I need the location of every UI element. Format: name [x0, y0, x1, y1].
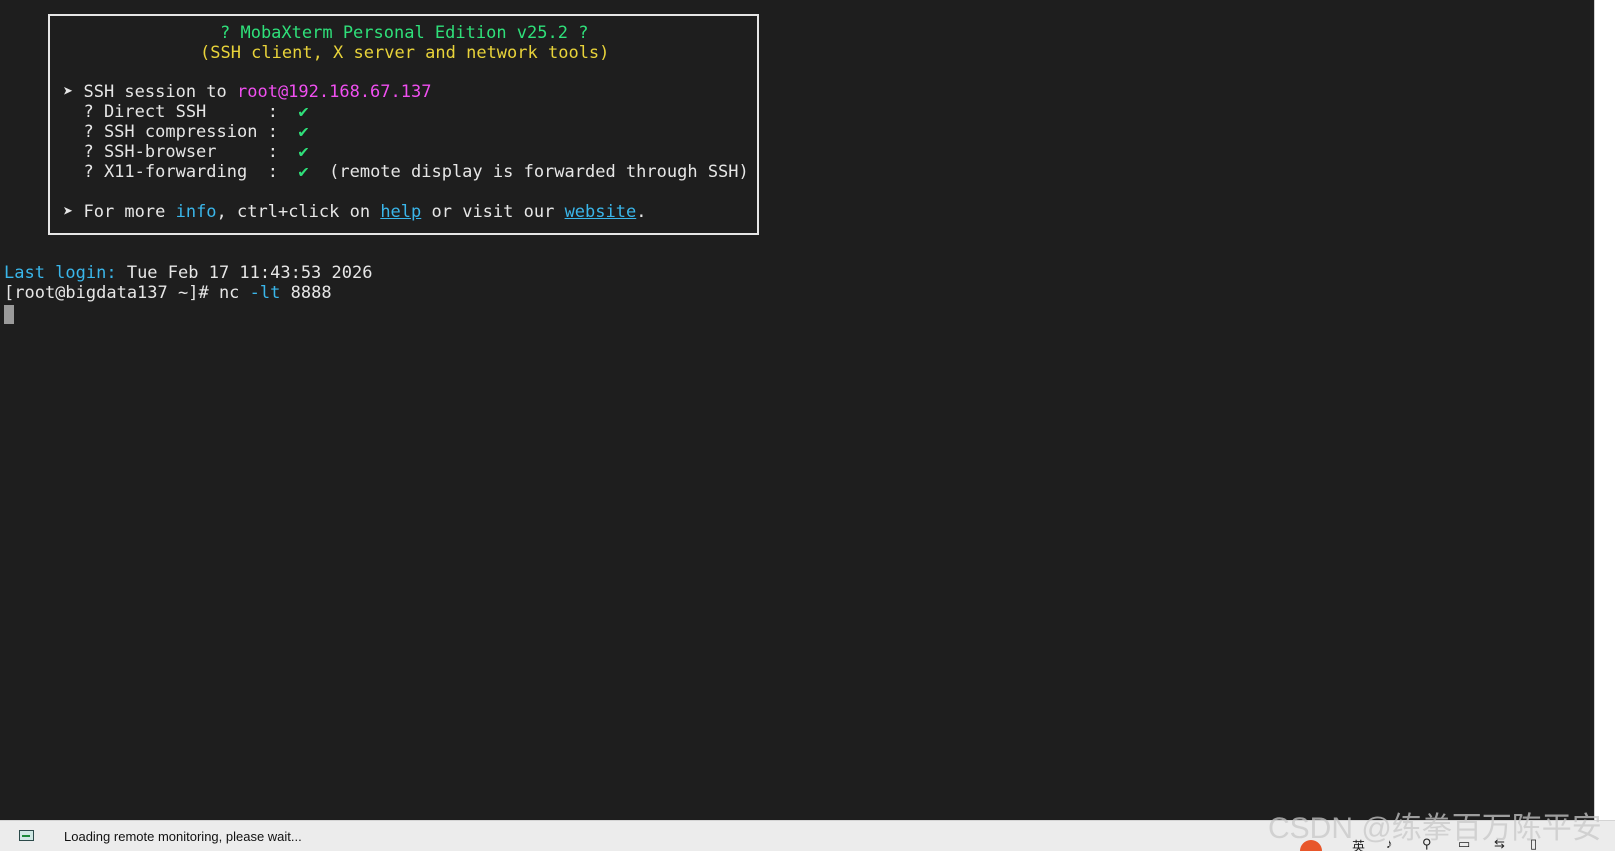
- window-icon[interactable]: ▭: [1458, 836, 1470, 851]
- terminal-cursor: [4, 305, 14, 324]
- status-text: Loading remote monitoring, please wait..…: [64, 829, 302, 844]
- monitor-icon: [19, 830, 34, 841]
- csdn-logo-icon: [1300, 840, 1322, 851]
- last-login-value: Tue Feb 17 11:43:53 2026: [116, 263, 373, 283]
- last-login-line: Last login: Tue Feb 17 11:43:53 2026: [4, 263, 372, 283]
- info-prefix: ➤ For more: [63, 202, 176, 222]
- ime-indicator[interactable]: 英: [1352, 836, 1365, 851]
- command-arg: 8888: [280, 283, 332, 303]
- feature-ssh-compression: ? SSH compression : ✔: [63, 122, 309, 142]
- info-middle2: or visit our: [421, 202, 565, 222]
- info-line: ➤ For more info, ctrl+click on help or v…: [63, 202, 646, 222]
- session-line: ➤ SSH session to root@192.168.67.137: [63, 82, 431, 102]
- vertical-scrollbar[interactable]: [1594, 0, 1615, 820]
- command-flag: -lt: [239, 283, 281, 303]
- check-icon: ✔: [298, 162, 309, 182]
- command-name: nc: [218, 283, 240, 303]
- website-link[interactable]: website: [565, 202, 637, 222]
- search-icon[interactable]: ⚲: [1422, 836, 1432, 851]
- session-prefix: ➤ SSH session to: [63, 82, 237, 102]
- info-suffix: .: [636, 202, 647, 222]
- feature-ssh-browser: ? SSH-browser : ✔: [63, 142, 309, 162]
- prompt-line: [root@bigdata137 ~]# nc -lt 8888: [4, 283, 332, 303]
- system-tray: 英 ♪ ⚲ ▭ ⇆ ▯: [1300, 836, 1600, 851]
- feature-label: ? SSH compression :: [63, 122, 299, 142]
- audio-icon[interactable]: ♪: [1386, 836, 1393, 851]
- terminal-area[interactable]: ? MobaXterm Personal Edition v25.2 ? (SS…: [0, 0, 1594, 820]
- switch-icon[interactable]: ⇆: [1494, 836, 1505, 851]
- feature-label: ? SSH-browser :: [63, 142, 299, 162]
- feature-label: ? X11-forwarding :: [63, 162, 299, 182]
- panel-icon[interactable]: ▯: [1530, 836, 1537, 851]
- banner-title: ? MobaXterm Personal Edition v25.2 ?: [220, 23, 589, 43]
- banner-subtitle: (SSH client, X server and network tools): [200, 43, 610, 63]
- info-word: info: [175, 202, 217, 222]
- session-target: root@192.168.67.137: [237, 82, 432, 102]
- check-icon: ✔: [298, 102, 309, 122]
- help-link[interactable]: help: [380, 202, 421, 222]
- shell-prompt: [root@bigdata137 ~]#: [4, 283, 219, 303]
- feature-note: (remote display is forwarded through SSH…: [308, 162, 749, 182]
- check-icon: ✔: [298, 142, 309, 162]
- info-middle: , ctrl+click on: [216, 202, 381, 222]
- feature-x11-forwarding: ? X11-forwarding : ✔ (remote display is …: [63, 162, 749, 182]
- check-icon: ✔: [298, 122, 309, 142]
- last-login-label: Last login:: [4, 263, 117, 283]
- feature-direct-ssh: ? Direct SSH : ✔: [63, 102, 309, 122]
- feature-label: ? Direct SSH :: [63, 102, 299, 122]
